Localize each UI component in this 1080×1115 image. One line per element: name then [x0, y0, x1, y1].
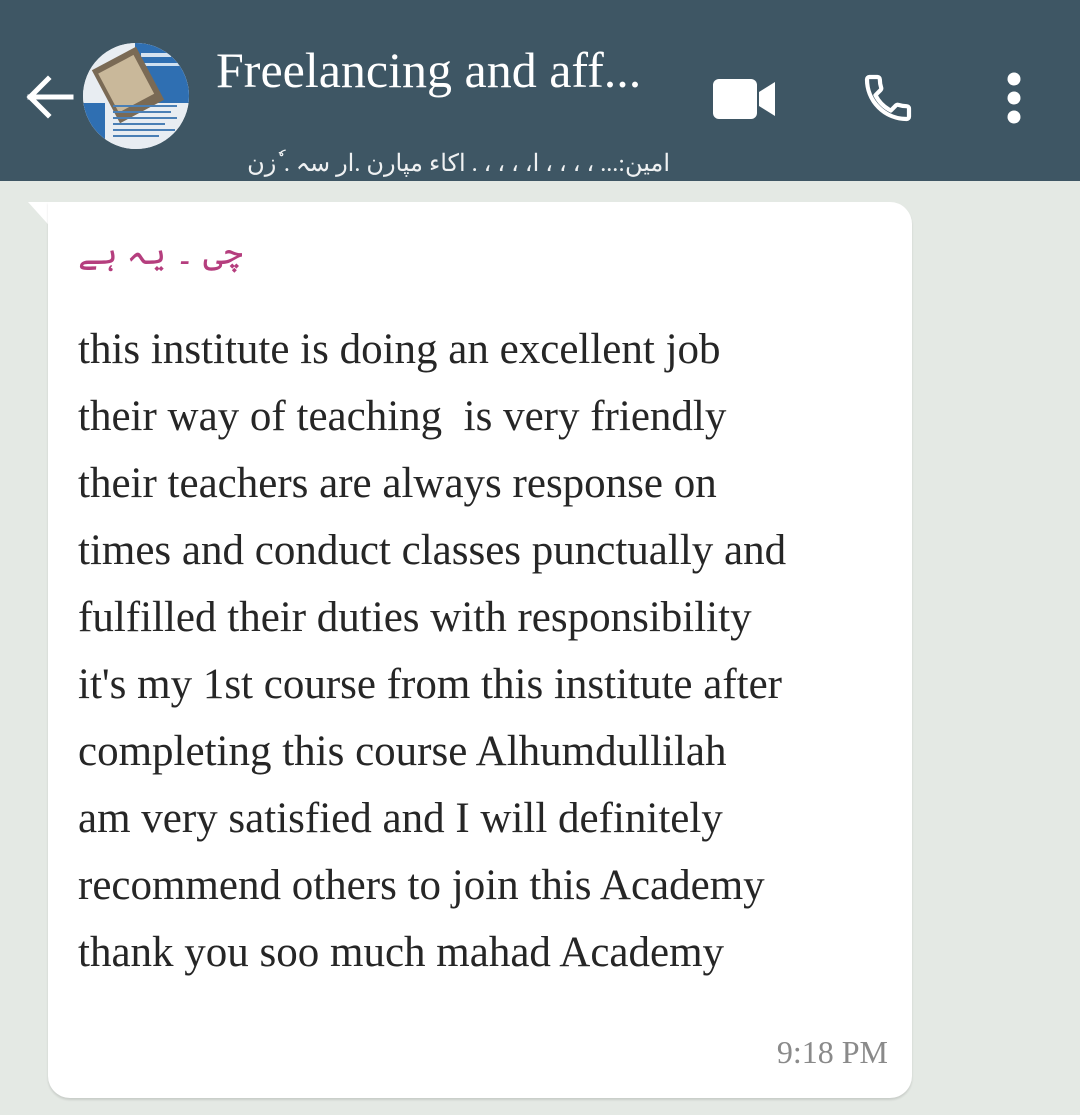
phone-icon: [864, 74, 912, 122]
message-line: completing this course Alhumdullilah: [78, 728, 727, 775]
group-avatar[interactable]: [83, 43, 189, 149]
message-line: this institute is doing an excellent job: [78, 326, 721, 373]
message-bubble[interactable]: چی ۔ یہ ہے this institute is doing an ex…: [48, 202, 912, 1098]
chat-subtitle: امین:... ، ، ، ، ا، ، ، ، . اکاء مپارن .…: [247, 151, 670, 177]
message-line: fulfilled their duties with responsibili…: [78, 594, 752, 641]
message-text: this institute is doing an excellent job…: [78, 316, 898, 986]
more-vertical-icon: [1007, 72, 1021, 124]
chat-header: Freelancing and aff... امین:... ، ، ، ، …: [0, 0, 1080, 181]
voice-call-button[interactable]: [848, 62, 928, 134]
message-line: their teachers are always response on: [78, 460, 717, 507]
arrow-back-icon: [26, 75, 74, 119]
more-options-button[interactable]: [988, 62, 1040, 134]
chat-title[interactable]: Freelancing and aff...: [216, 40, 641, 100]
message-line: am very satisfied and I will definitely: [78, 795, 723, 842]
back-button[interactable]: [20, 68, 78, 126]
video-call-button[interactable]: [706, 66, 782, 132]
message-timestamp: 9:18 PM: [776, 1034, 888, 1070]
sender-name[interactable]: چی ۔ یہ ہے: [78, 230, 243, 278]
message-line: their way of teaching is very friendly: [78, 393, 727, 440]
message-line: it's my 1st course from this institute a…: [78, 661, 782, 708]
message-line: thank you soo much mahad Academy: [78, 929, 725, 976]
message-line: times and conduct classes punctually and: [78, 527, 787, 574]
message-line: recommend others to join this Academy: [78, 862, 765, 909]
video-camera-icon: [713, 79, 775, 119]
